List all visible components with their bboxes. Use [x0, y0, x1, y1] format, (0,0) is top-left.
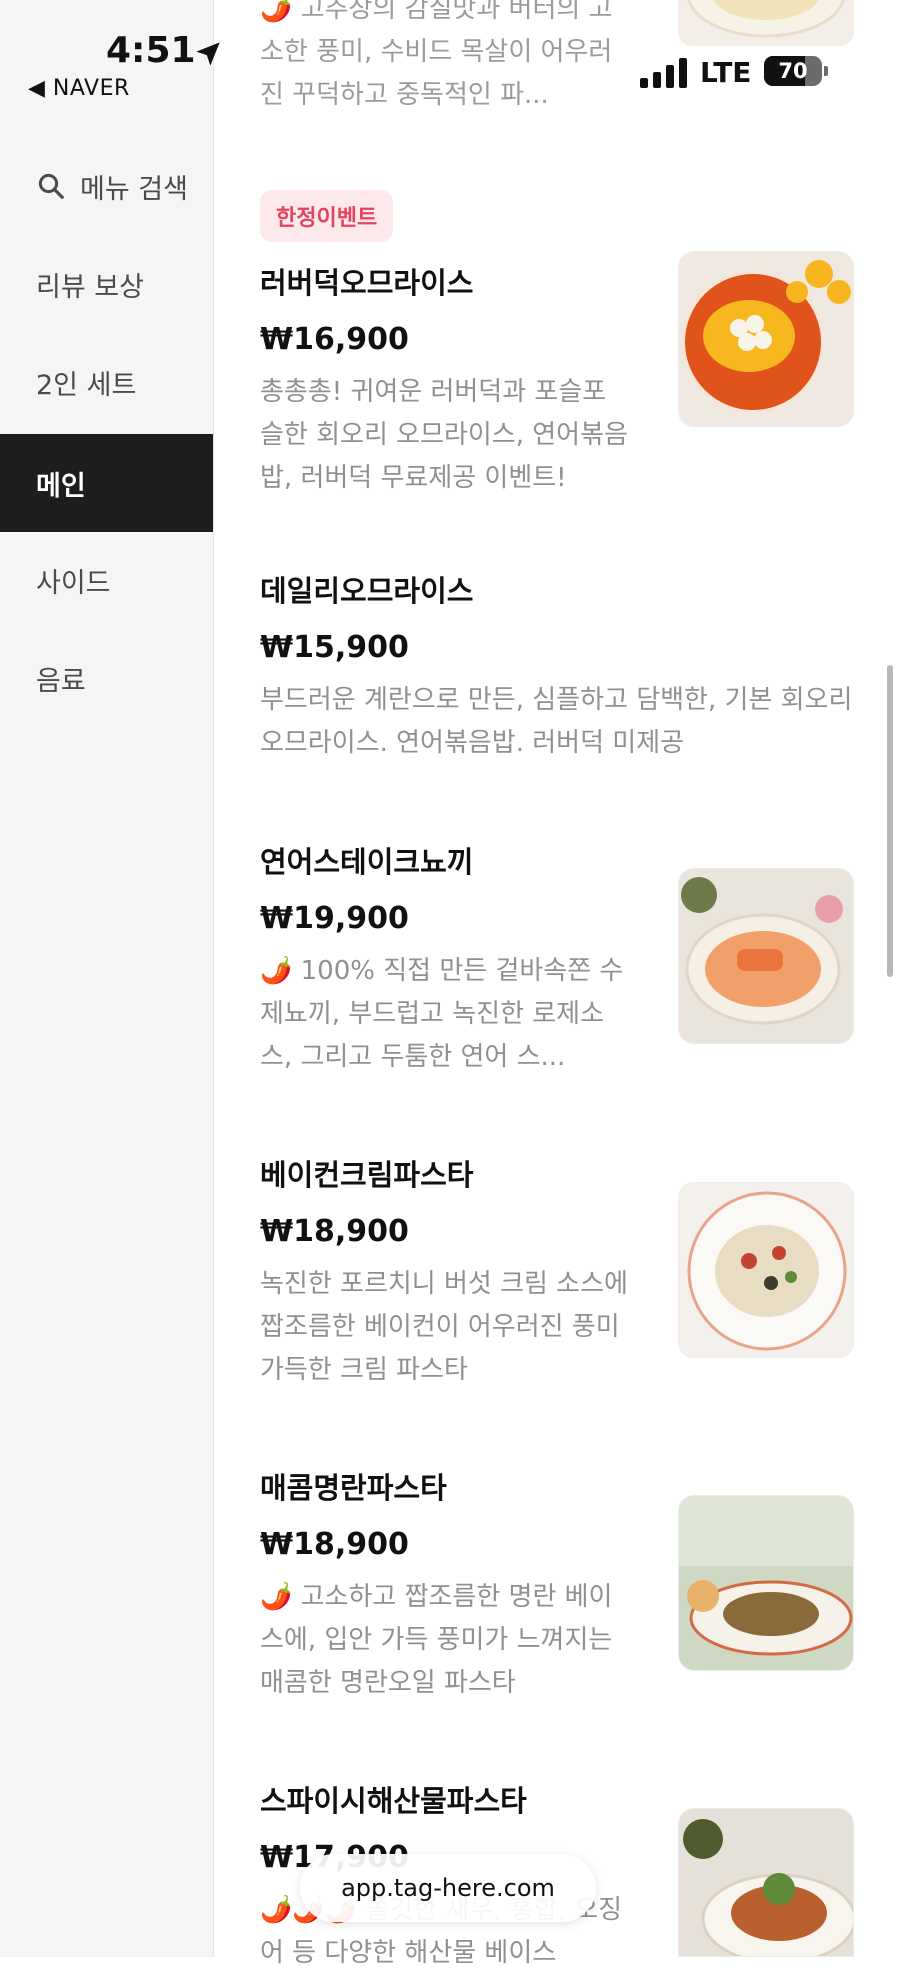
sidebar-item-label: 리뷰 보상: [36, 271, 144, 303]
menu-item-thumbnail[interactable]: [678, 251, 854, 427]
browser-url-bar[interactable]: app.tag-here.com: [300, 1854, 596, 1922]
menu-item-price: ₩15,900: [260, 630, 409, 665]
menu-item-description: 부드러운 계란으로 만든, 심플하고 담백한, 기본 회오리 오므라이스. 연어…: [260, 685, 853, 758]
sidebar-item-drinks[interactable]: 음료: [0, 629, 213, 727]
category-sidebar: 메뉴 검색 리뷰 보상 2인 세트 메인 사이드 음료: [0, 0, 214, 1957]
sidebar-item-side[interactable]: 사이드: [0, 531, 213, 629]
scroll-indicator[interactable]: [887, 665, 893, 977]
battery-level: 70: [778, 59, 808, 83]
sidebar-item-main[interactable]: 메인: [0, 434, 213, 532]
back-to-app-button[interactable]: ◀ NAVER: [28, 76, 130, 101]
status-time: 4:51: [106, 30, 196, 71]
menu-item[interactable]: 데일리오므라이스 ₩15,900 부드러운 계란으로 만든, 심플하고 담백한,…: [260, 568, 860, 765]
menu-item-description: 녹진한 포르치니 버섯 크림 소스에 짭조름한 베이컨이 어우러진 풍미 가득한…: [260, 1269, 628, 1385]
back-triangle-icon: ◀: [28, 76, 46, 101]
back-app-label: NAVER: [52, 76, 130, 101]
menu-item-thumbnail[interactable]: [678, 1495, 854, 1671]
sidebar-item-label: 메인: [36, 470, 86, 502]
menu-item-thumbnail[interactable]: [678, 1182, 854, 1358]
search-icon: [38, 173, 64, 199]
sidebar-item-label: 2인 세트: [36, 369, 137, 401]
menu-item-description: 총총총! 귀여운 러버덕과 포슬포슬한 회오리 오므라이스, 연어볶음밥, 러버…: [260, 377, 628, 493]
menu-item-description: 🌶️ 고소하고 짭조름한 명란 베이스에, 입안 가득 풍미가 느껴지는 매콤한…: [260, 1582, 613, 1698]
sidebar-item-label: 음료: [36, 665, 86, 697]
menu-item-name: 데일리오므라이스: [260, 574, 474, 608]
url-text: app.tag-here.com: [341, 1874, 555, 1902]
battery-icon: 70: [764, 56, 828, 86]
cellular-signal-icon: [640, 58, 687, 88]
menu-item-thumbnail[interactable]: [678, 1808, 854, 1957]
sidebar-item-menu-search[interactable]: 메뉴 검색: [0, 137, 213, 235]
menu-item-description: 🌶️ 100% 직접 만든 겉바속쫀 수제뇨끼, 부드럽고 녹진한 로제소스, …: [260, 956, 624, 1072]
sidebar-item-label: 사이드: [36, 567, 111, 599]
location-arrow-icon: [196, 42, 220, 66]
status-bar: 4:51 ◀ NAVER LTE 70: [0, 0, 900, 110]
limited-event-badge: 한정이벤트: [260, 190, 394, 242]
sidebar-item-label: 메뉴 검색: [80, 173, 188, 205]
sidebar-item-two-person-set[interactable]: 2인 세트: [0, 333, 213, 431]
sidebar-item-review-reward[interactable]: 리뷰 보상: [0, 235, 213, 333]
menu-item-thumbnail[interactable]: [678, 868, 854, 1044]
network-type: LTE: [700, 56, 752, 89]
